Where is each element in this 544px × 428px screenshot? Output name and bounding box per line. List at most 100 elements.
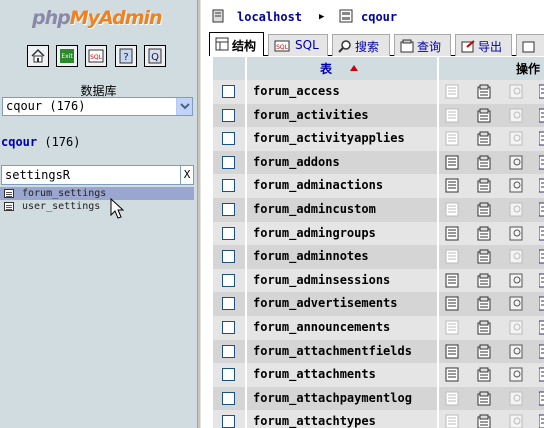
browse-icon[interactable]: [445, 296, 460, 311]
structure-icon[interactable]: [477, 414, 492, 428]
insert-icon[interactable]: [538, 296, 544, 311]
browse-icon[interactable]: [445, 414, 460, 428]
insert-icon[interactable]: [538, 249, 544, 264]
chevron-down-icon[interactable]: [176, 98, 192, 115]
structure-icon[interactable]: [477, 155, 492, 170]
browse-icon[interactable]: [445, 155, 460, 170]
search-icon[interactable]: [509, 414, 524, 428]
browse-icon[interactable]: [445, 178, 460, 193]
structure-icon[interactable]: [477, 296, 492, 311]
nav-table-item[interactable]: forum_settings: [0, 187, 194, 200]
table-filter-input[interactable]: settingsR X: [1, 165, 194, 185]
table-row[interactable]: forum_admingroups: [213, 221, 544, 246]
table-row[interactable]: forum_adminsessions: [213, 268, 544, 293]
row-checkbox[interactable]: [222, 344, 235, 358]
table-row[interactable]: forum_activityapplies: [213, 127, 544, 151]
structure-icon[interactable]: [477, 391, 492, 406]
search-icon[interactable]: [509, 344, 524, 359]
row-checkbox[interactable]: [222, 250, 235, 264]
browse-icon[interactable]: [445, 202, 460, 217]
browse-icon[interactable]: [445, 226, 460, 241]
insert-icon[interactable]: [538, 84, 544, 99]
search-icon[interactable]: [509, 249, 524, 264]
structure-icon[interactable]: [477, 249, 492, 264]
row-checkbox[interactable]: [222, 368, 235, 382]
row-checkbox[interactable]: [222, 320, 235, 334]
table-name-cell[interactable]: forum_adminactions: [253, 178, 383, 192]
table-name-cell[interactable]: forum_adminsessions: [253, 273, 390, 287]
clear-filter-button[interactable]: X: [180, 166, 193, 184]
column-header-table[interactable]: 表: [320, 60, 332, 77]
insert-icon[interactable]: [538, 414, 544, 428]
row-checkbox[interactable]: [222, 226, 235, 240]
table-name-cell[interactable]: forum_attachpaymentlog: [253, 391, 412, 405]
table-row[interactable]: forum_attachments: [213, 363, 544, 387]
breadcrumb-database[interactable]: cqour: [361, 10, 397, 24]
insert-icon[interactable]: [538, 391, 544, 406]
table-name-cell[interactable]: forum_announcements: [253, 320, 390, 334]
nav-table-label[interactable]: user_settings: [22, 200, 100, 213]
table-row[interactable]: forum_adminnotes: [213, 245, 544, 269]
table-name-cell[interactable]: forum_access: [253, 84, 340, 98]
nav-table-label[interactable]: forum_settings: [22, 187, 106, 200]
table-name-cell[interactable]: forum_activities: [253, 108, 369, 122]
structure-icon[interactable]: [477, 131, 492, 146]
browse-icon[interactable]: [445, 367, 460, 382]
search-icon[interactable]: [509, 202, 524, 217]
insert-icon[interactable]: [538, 367, 544, 382]
database-select[interactable]: cqour (176): [2, 97, 193, 116]
row-checkbox[interactable]: [222, 132, 235, 146]
table-row[interactable]: forum_attachmentfields: [213, 339, 544, 364]
table-name-cell[interactable]: forum_activityapplies: [253, 131, 405, 145]
table-name-cell[interactable]: forum_attachments: [253, 367, 376, 381]
table-row[interactable]: forum_announcements: [213, 315, 544, 340]
structure-icon[interactable]: [477, 84, 492, 99]
table-name-cell[interactable]: forum_admingroups: [253, 226, 376, 240]
row-checkbox[interactable]: [222, 85, 235, 98]
search-icon[interactable]: [509, 273, 524, 288]
search-icon[interactable]: [509, 320, 524, 335]
browse-icon[interactable]: [445, 320, 460, 335]
search-icon[interactable]: [509, 367, 524, 382]
insert-icon[interactable]: [538, 155, 544, 170]
insert-icon[interactable]: [538, 344, 544, 359]
browse-icon[interactable]: [445, 249, 460, 264]
table-name-cell[interactable]: forum_attachtypes: [253, 414, 376, 428]
table-icon[interactable]: [4, 202, 14, 211]
database-name-link[interactable]: cqour: [1, 135, 37, 149]
search-icon[interactable]: [509, 155, 524, 170]
structure-icon[interactable]: [477, 202, 492, 217]
insert-icon[interactable]: [538, 320, 544, 335]
table-row[interactable]: forum_access: [213, 80, 544, 104]
help-icon[interactable]: Q: [144, 45, 166, 67]
table-name-cell[interactable]: forum_addons: [253, 155, 340, 169]
structure-icon[interactable]: [477, 367, 492, 382]
breadcrumb-server[interactable]: localhost: [237, 10, 302, 24]
insert-icon[interactable]: [538, 273, 544, 288]
row-checkbox[interactable]: [222, 179, 235, 193]
nav-table-item[interactable]: user_settings: [0, 200, 194, 213]
phpmyadmin-logo[interactable]: phpMyAdmin: [0, 0, 197, 40]
search-icon[interactable]: [509, 108, 524, 123]
insert-icon[interactable]: [538, 202, 544, 217]
current-database-title[interactable]: cqour (176): [1, 135, 80, 149]
table-row[interactable]: forum_addons: [213, 150, 544, 175]
search-icon[interactable]: [509, 178, 524, 193]
sql-query-icon[interactable]: SQL: [85, 45, 107, 67]
row-checkbox[interactable]: [222, 273, 235, 287]
structure-icon[interactable]: [477, 108, 492, 123]
tab-export[interactable]: 导出: [455, 34, 512, 56]
insert-icon[interactable]: [538, 178, 544, 193]
structure-icon[interactable]: [477, 178, 492, 193]
tab-sql[interactable]: SQL SQL: [268, 34, 328, 56]
search-icon[interactable]: [509, 84, 524, 99]
tab-more[interactable]: [516, 34, 544, 56]
table-row[interactable]: forum_attachtypes: [213, 410, 544, 428]
exit-icon[interactable]: Exit: [56, 45, 78, 67]
structure-icon[interactable]: [477, 273, 492, 288]
sort-ascending-icon[interactable]: [350, 65, 358, 71]
search-icon[interactable]: [509, 391, 524, 406]
table-name-cell[interactable]: forum_adminnotes: [253, 249, 369, 263]
row-checkbox[interactable]: [222, 155, 235, 169]
table-icon[interactable]: [4, 189, 14, 198]
